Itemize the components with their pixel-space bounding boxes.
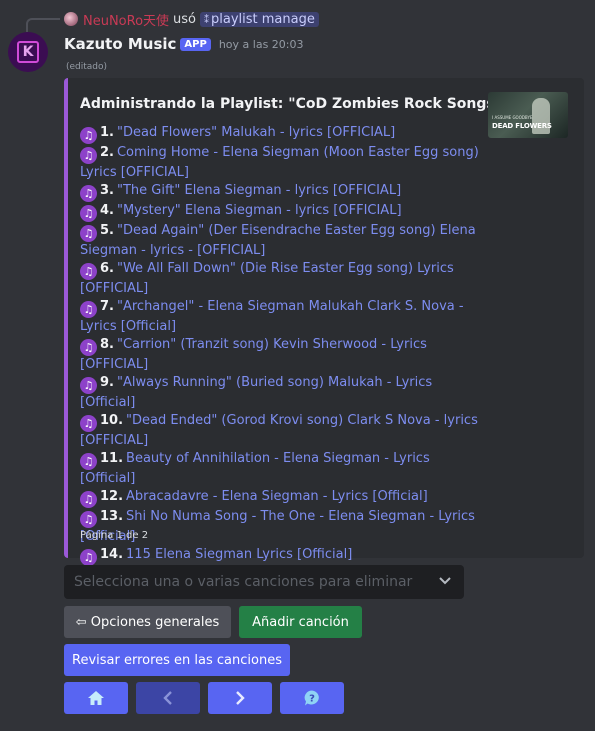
embed-thumbnail[interactable]: I ASSUME GOODBYE DEAD FLOWERS — [488, 92, 568, 138]
add-song-button[interactable]: Añadir canción — [239, 606, 362, 638]
song-number: 4. — [100, 203, 114, 218]
song-item: ♫ 7. "Archangel" - Elena Siegman Malukah C… — [80, 298, 480, 336]
reply-context: NeuNoRo天使 usó ⁑ playlist manage — [64, 10, 319, 29]
song-item: ♫ 9. "Always Running" (Buried song) Maluka… — [80, 374, 480, 412]
reply-connector — [26, 18, 60, 32]
slash-command-label: playlist manage — [211, 11, 315, 27]
music-note-icon: ♫ — [80, 147, 97, 164]
song-link[interactable]: Coming Home - Elena Siegman (Moon Easter… — [80, 145, 479, 180]
song-number: 5. — [100, 223, 114, 238]
music-note-icon: ♫ — [80, 377, 97, 394]
song-link[interactable]: "Dead Ended" (Gorod Krovi song) Clark S … — [80, 413, 478, 448]
reply-username[interactable]: NeuNoRo天使 — [83, 10, 169, 29]
music-note-icon: ♫ — [80, 225, 97, 242]
help-button[interactable]: ? — [280, 682, 344, 714]
embed-title: Administrando la Playlist: "CoD Zombies … — [80, 96, 503, 112]
general-options-button[interactable]: ⇦ Opciones generales — [64, 606, 231, 638]
song-item: ♫ 11. Beauty of Annihilation - Elena Siegm… — [80, 450, 480, 488]
question-bubble-icon: ? — [303, 689, 321, 707]
song-link[interactable]: "The Gift" Elena Siegman - lyrics [OFFIC… — [117, 183, 401, 198]
review-errors-button[interactable]: Revisar errores en las canciones — [64, 644, 290, 676]
chevron-left-icon — [162, 690, 174, 706]
song-item: ♫ 1. "Dead Flowers" Malukah - lyrics [OFFI… — [80, 124, 480, 144]
next-page-button[interactable] — [208, 682, 272, 714]
svg-text:?: ? — [309, 694, 315, 705]
song-number: 12. — [100, 489, 124, 504]
song-item: ♫ 4. "Mystery" Elena Siegman - lyrics [OFF… — [80, 202, 480, 222]
home-icon — [87, 690, 105, 706]
song-number: 3. — [100, 183, 114, 198]
select-placeholder: Selecciona una o varias canciones para e… — [74, 574, 413, 590]
song-link[interactable]: 115 Elena Siegman Lyrics [Official] — [126, 547, 352, 562]
kazuto-logo-icon: K — [17, 41, 39, 63]
music-note-icon: ♫ — [80, 491, 97, 508]
song-number: 7. — [100, 299, 114, 314]
music-note-icon: ♫ — [80, 205, 97, 222]
message-timestamp: hoy a las 20:03 — [218, 37, 304, 51]
playlist-embed: Administrando la Playlist: "CoD Zombies … — [64, 78, 584, 586]
song-number: 14. — [100, 547, 124, 562]
music-note-icon: ♫ — [80, 301, 97, 318]
song-number: 1. — [100, 125, 114, 140]
chevron-down-icon — [438, 574, 452, 590]
command-icon: ⁑ — [204, 14, 210, 26]
song-number: 11. — [100, 451, 124, 466]
bot-avatar[interactable]: K — [8, 32, 48, 72]
reply-avatar[interactable] — [64, 12, 78, 26]
remove-songs-select[interactable]: Selecciona una o varias canciones para e… — [64, 565, 464, 599]
song-number: 8. — [100, 337, 114, 352]
song-item: ♫ 6. "We All Fall Down" (Die Rise Easter E… — [80, 260, 480, 298]
music-note-icon: ♫ — [80, 127, 97, 144]
reply-used-text: usó — [173, 11, 197, 27]
music-note-icon: ♫ — [80, 263, 97, 280]
song-item: ♫ 5. "Dead Again" (Der Eisendrache Easter … — [80, 222, 480, 260]
song-number: 10. — [100, 413, 124, 428]
song-link[interactable]: "Archangel" - Elena Siegman Malukah Clar… — [80, 299, 464, 334]
song-item: ♫ 12. Abracadavre - Elena Siegman - Lyrics… — [80, 488, 480, 508]
song-link[interactable]: "We All Fall Down" (Die Rise Easter Egg … — [80, 261, 454, 296]
music-note-icon: ♫ — [80, 185, 97, 202]
author-name[interactable]: Kazuto Music — [64, 35, 176, 53]
song-link[interactable]: "Always Running" (Buried song) Malukah -… — [80, 375, 432, 410]
thumbnail-small-text: I ASSUME GOODBYE — [492, 115, 533, 120]
chevron-right-icon — [234, 690, 246, 706]
song-link[interactable]: Abracadavre - Elena Siegman - Lyrics [Of… — [126, 489, 428, 504]
music-note-icon: ♫ — [80, 339, 97, 356]
app-badge: APP — [180, 37, 211, 51]
song-link[interactable]: "Dead Flowers" Malukah - lyrics [OFFICIA… — [117, 125, 395, 140]
song-number: 13. — [100, 509, 124, 524]
song-link[interactable]: "Mystery" Elena Siegman - lyrics [OFFICI… — [117, 203, 402, 218]
music-note-icon: ♫ — [80, 511, 97, 528]
song-item: ♫ 2. Coming Home - Elena Siegman (Moon Eas… — [80, 144, 480, 182]
song-item: ♫ 3. "The Gift" Elena Siegman - lyrics [OF… — [80, 182, 480, 202]
song-item: ♫ 14. 115 Elena Siegman Lyrics [Official] — [80, 546, 480, 566]
song-number: 9. — [100, 375, 114, 390]
music-note-icon: ♫ — [80, 453, 97, 470]
home-button[interactable] — [64, 682, 128, 714]
song-link[interactable]: "Dead Again" (Der Eisendrache Easter Egg… — [80, 223, 476, 258]
song-item: ♫ 10. "Dead Ended" (Gorod Krovi song) Clar… — [80, 412, 480, 450]
song-number: 2. — [100, 145, 114, 160]
previous-page-button[interactable] — [136, 682, 200, 714]
music-note-icon: ♫ — [80, 415, 97, 432]
song-number: 6. — [100, 261, 114, 276]
slash-command[interactable]: ⁑ playlist manage — [200, 11, 319, 27]
song-link[interactable]: Beauty of Annihilation - Elena Siegman -… — [80, 451, 430, 486]
edited-label: (editado) — [66, 62, 108, 72]
music-note-icon: ♫ — [80, 549, 97, 566]
song-list: ♫ 1. "Dead Flowers" Malukah - lyrics [OFFI… — [80, 124, 480, 586]
embed-footer: Página 1 de 2 — [80, 530, 149, 541]
song-item: ♫ 8. "Carrion" (Tranzit song) Kevin Sherwo… — [80, 336, 480, 374]
message-header: Kazuto Music APP hoy a las 20:03 — [64, 34, 304, 54]
song-link[interactable]: "Carrion" (Tranzit song) Kevin Sherwood … — [80, 337, 427, 372]
thumbnail-title: DEAD FLOWERS — [492, 122, 552, 130]
